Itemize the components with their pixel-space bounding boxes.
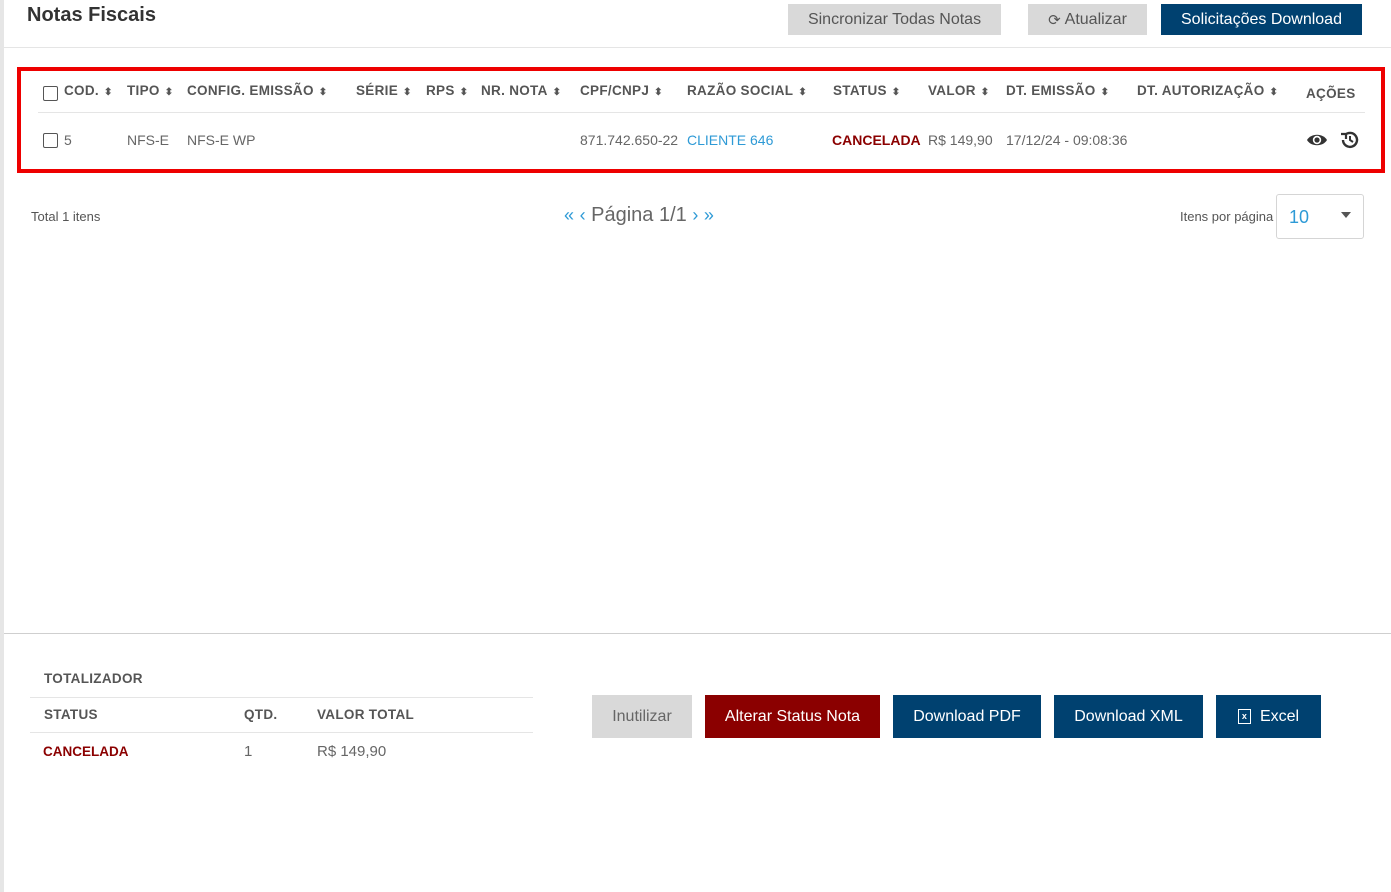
sort-icon: ⬍: [403, 87, 412, 98]
sort-icon: ⬍: [103, 87, 113, 98]
page-indicator: Página 1/1: [591, 204, 687, 226]
totalizer-status: CANCELADA: [43, 744, 129, 759]
download-xml-button[interactable]: Download XML: [1054, 695, 1203, 738]
sort-icon: ⬍: [980, 87, 990, 98]
column-header-dt-autorizacao[interactable]: DT. AUTORIZAÇÃO ⬍: [1137, 83, 1278, 98]
totalizer-header-status: STATUS: [44, 707, 98, 722]
cell-razao-social-link[interactable]: CLIENTE 646: [687, 132, 773, 148]
cell-tipo: NFS-E: [127, 132, 169, 148]
totalizer-header-valor-total: VALOR TOTAL: [317, 707, 415, 722]
page-title: Notas Fiscais: [27, 4, 156, 26]
column-header-cod[interactable]: COD. ⬍: [64, 83, 113, 98]
totalizer-divider: [30, 732, 533, 733]
refresh-label: Atualizar: [1064, 10, 1127, 28]
column-header-valor[interactable]: VALOR ⬍: [928, 83, 989, 98]
left-border: [0, 0, 4, 892]
history-icon[interactable]: [1340, 130, 1360, 150]
column-header-config-emissao[interactable]: CONFIG. EMISSÃO ⬍: [187, 83, 327, 98]
cell-dt-emissao: 17/12/24 - 09:08:36: [1006, 132, 1128, 148]
cell-cod: 5: [64, 132, 72, 148]
header-divider: [4, 47, 1391, 48]
totalizer-header-qtd: QTD.: [244, 707, 278, 722]
column-header-cpf-cnpj[interactable]: CPF/CNPJ ⬍: [580, 83, 663, 98]
excel-label: Excel: [1259, 707, 1300, 725]
sort-icon: ⬍: [654, 87, 663, 98]
column-header-nr-nota[interactable]: NR. NOTA ⬍: [481, 83, 561, 98]
column-header-tipo[interactable]: TIPO ⬍: [127, 83, 173, 98]
next-page-button[interactable]: ›: [692, 205, 698, 225]
cell-config-emissao: NFS-E WP: [187, 132, 256, 148]
totalizer-title: TOTALIZADOR: [44, 671, 143, 686]
per-page-label: Itens por página: [1180, 209, 1274, 224]
alterar-status-button[interactable]: Alterar Status Nota: [705, 695, 880, 738]
select-all-checkbox[interactable]: [43, 86, 58, 101]
sort-icon: ⬍: [318, 87, 328, 98]
per-page-value: 10: [1289, 207, 1310, 227]
pagination: « ‹ Página 1/1 › »: [564, 204, 714, 227]
cell-valor: R$ 149,90: [928, 132, 993, 148]
excel-button[interactable]: x Excel: [1216, 695, 1321, 738]
cell-cpf-cnpj: 871.742.650-22: [580, 132, 679, 148]
refresh-button[interactable]: ⟳ Atualizar: [1028, 4, 1147, 35]
caret-down-icon: [1341, 212, 1351, 218]
column-header-acoes: AÇÕES: [1306, 86, 1356, 101]
column-header-serie[interactable]: SÉRIE ⬍: [356, 83, 412, 98]
totalizer-qtd: 1: [244, 743, 253, 760]
sort-icon: ⬍: [459, 87, 469, 98]
download-pdf-button[interactable]: Download PDF: [893, 695, 1041, 738]
per-page-select[interactable]: 10: [1276, 194, 1364, 239]
totalizer-valor-total: R$ 149,90: [317, 743, 387, 760]
sort-icon: ⬍: [798, 87, 808, 98]
column-header-razao-social[interactable]: RAZÃO SOCIAL ⬍: [687, 83, 807, 98]
footer-divider: [4, 633, 1391, 634]
prev-page-button[interactable]: ‹: [580, 205, 586, 225]
total-items: Total 1 itens: [31, 209, 101, 224]
totalizer-divider: [30, 697, 533, 698]
cell-status: CANCELADA: [832, 132, 921, 148]
excel-icon: x: [1237, 709, 1251, 724]
first-page-button[interactable]: «: [564, 205, 574, 225]
row-checkbox[interactable]: [43, 133, 58, 148]
sync-all-button[interactable]: Sincronizar Todas Notas: [788, 4, 1001, 35]
sort-icon: ⬍: [552, 87, 562, 98]
column-header-dt-emissao[interactable]: DT. EMISSÃO ⬍: [1006, 83, 1109, 98]
column-header-status[interactable]: STATUS ⬍: [833, 83, 900, 98]
inutilizar-button[interactable]: Inutilizar: [592, 695, 692, 738]
sort-icon: ⬍: [164, 87, 174, 98]
sort-icon: ⬍: [1100, 87, 1110, 98]
sort-icon: ⬍: [891, 87, 901, 98]
column-header-rps[interactable]: RPS ⬍: [426, 83, 468, 98]
sort-icon: ⬍: [1269, 87, 1279, 98]
last-page-button[interactable]: »: [704, 205, 714, 225]
eye-icon[interactable]: [1306, 130, 1328, 150]
download-requests-button[interactable]: Solicitações Download: [1161, 4, 1362, 35]
refresh-icon: ⟳: [1048, 11, 1061, 29]
